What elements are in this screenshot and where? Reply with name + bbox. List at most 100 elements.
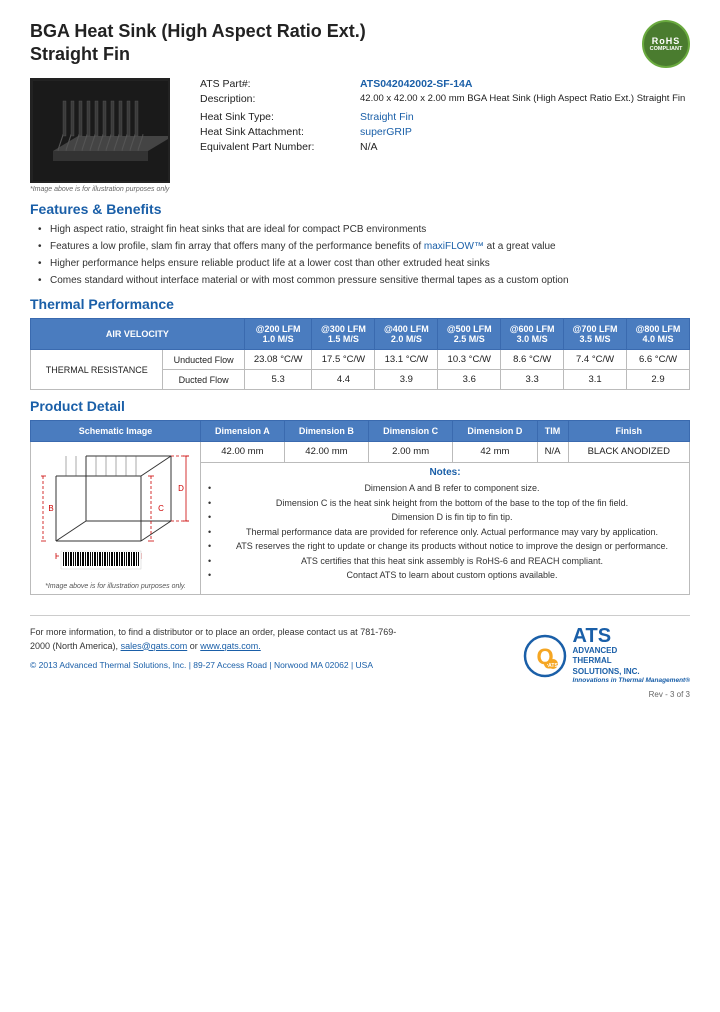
features-heading: Features & Benefits [30, 201, 690, 217]
ducted-300: 4.4 [312, 370, 375, 390]
col-800lfm: @800 LFM4.0 M/S [627, 319, 690, 350]
unducted-800: 6.6 °C/W [627, 350, 690, 370]
svg-text:ATS: ATS [548, 663, 558, 669]
product-image-box [30, 78, 170, 183]
col-dim-c: Dimension C [369, 421, 453, 442]
attachment-label: Heat Sink Attachment: [200, 126, 360, 138]
ats-q-logo: Q ATS [523, 634, 567, 678]
schematic-caption: *Image above is for illustration purpose… [34, 583, 197, 590]
unducted-500: 10.3 °C/W [438, 350, 501, 370]
air-velocity-header: AIR VELOCITY [31, 319, 245, 350]
ducted-label: Ducted Flow [163, 370, 244, 390]
col-600lfm: @600 LFM3.0 M/S [501, 319, 564, 350]
footer-divider: For more information, to find a distribu… [30, 615, 690, 699]
dim-c-value: 2.00 mm [369, 442, 453, 463]
page-number: Rev - 3 of 3 [30, 690, 690, 699]
ducted-800: 2.9 [627, 370, 690, 390]
svg-text:C: C [158, 504, 164, 513]
product-title: BGA Heat Sink (High Aspect Ratio Ext.) S… [30, 20, 366, 67]
col-schematic: Schematic Image [31, 421, 201, 442]
rohs-badge: RoHS COMPLIANT [642, 20, 690, 68]
ats-logo-area: Q ATS ATS ADVANCEDTHERMALSOLUTIONS, INC.… [523, 626, 690, 686]
col-300lfm: @300 LFM1.5 M/S [312, 319, 375, 350]
unducted-600: 8.6 °C/W [501, 350, 564, 370]
product-image-area: *Image above is for illustration purpose… [30, 78, 185, 193]
product-image-svg [33, 81, 168, 181]
header-area: BGA Heat Sink (High Aspect Ratio Ext.) S… [30, 20, 690, 68]
unducted-700: 7.4 °C/W [564, 350, 627, 370]
spec-row-desc: Description: 42.00 x 42.00 x 2.00 mm BGA… [200, 93, 690, 105]
footer-website-link[interactable]: www.qats.com. [200, 641, 261, 651]
note-item: Dimension C is the heat sink height from… [208, 497, 686, 510]
ducted-700: 3.1 [564, 370, 627, 390]
svg-text:B: B [48, 504, 53, 513]
unducted-200: 23.08 °C/W [244, 350, 312, 370]
thermal-resistance-label: THERMAL RESISTANCE [31, 350, 163, 390]
part-label: ATS Part#: [200, 78, 360, 90]
spec-row-part: ATS Part#: ATS042042002-SF-14A [200, 78, 690, 90]
spec-row-type: Heat Sink Type: Straight Fin [200, 111, 690, 123]
col-finish: Finish [568, 421, 689, 442]
page: BGA Heat Sink (High Aspect Ratio Ext.) S… [0, 0, 720, 1012]
rohs-sub: COMPLIANT [650, 46, 683, 53]
thermal-heading: Thermal Performance [30, 296, 690, 312]
spec-row-attachment: Heat Sink Attachment: superGRIP [200, 126, 690, 138]
spec-row-equivalent: Equivalent Part Number: N/A [200, 141, 690, 153]
features-list: High aspect ratio, straight fin heat sin… [30, 223, 690, 288]
unducted-label: Unducted Flow [163, 350, 244, 370]
col-700lfm: @700 LFM3.5 M/S [564, 319, 627, 350]
note-item: Dimension A and B refer to component siz… [208, 482, 686, 495]
dim-a-value: 42.00 mm [201, 442, 285, 463]
thermal-performance-table: AIR VELOCITY @200 LFM1.0 M/S @300 LFM1.5… [30, 318, 690, 390]
product-specs: ATS Part#: ATS042042002-SF-14A Descripti… [200, 78, 690, 193]
ducted-600: 3.3 [501, 370, 564, 390]
col-200lfm: @200 LFM1.0 M/S [244, 319, 312, 350]
ducted-500: 3.6 [438, 370, 501, 390]
footer-area: For more information, to find a distribu… [30, 626, 690, 686]
notes-list: Dimension A and B refer to component siz… [204, 482, 686, 582]
ducted-400: 3.9 [375, 370, 438, 390]
ats-full-text: ADVANCEDTHERMALSOLUTIONS, INC. [573, 646, 690, 677]
footer-copyright: © 2013 Advanced Thermal Solutions, Inc. … [30, 659, 410, 672]
col-dim-d: Dimension D [453, 421, 537, 442]
finish-value: BLACK ANODIZED [568, 442, 689, 463]
col-dim-b: Dimension B [284, 421, 368, 442]
footer-contact-text: For more information, to find a distribu… [30, 626, 410, 653]
dim-d-value: 42 mm [453, 442, 537, 463]
note-item: Dimension D is fin tip to fin tip. [208, 511, 686, 524]
schematic-image-cell: A B C [31, 442, 201, 595]
attachment-value: superGRIP [360, 126, 412, 138]
list-item: High aspect ratio, straight fin heat sin… [38, 223, 690, 237]
schematic-svg: A B C [41, 446, 191, 576]
col-dim-a: Dimension A [201, 421, 285, 442]
notes-heading: Notes: [204, 467, 686, 478]
col-tim: TIM [537, 421, 568, 442]
product-detail-table: Schematic Image Dimension A Dimension B … [30, 420, 690, 595]
equivalent-value: N/A [360, 141, 378, 153]
col-400lfm: @400 LFM2.0 M/S [375, 319, 438, 350]
unducted-400: 13.1 °C/W [375, 350, 438, 370]
col-500lfm: @500 LFM2.5 M/S [438, 319, 501, 350]
note-item: ATS reserves the right to update or chan… [208, 540, 686, 553]
ats-slogan: Innovations in Thermal Management® [573, 677, 690, 685]
table-row: A B C [31, 442, 690, 463]
footer-email-link[interactable]: sales@qats.com [121, 641, 188, 651]
product-detail-heading: Product Detail [30, 398, 690, 414]
ducted-200: 5.3 [244, 370, 312, 390]
list-item: Comes standard without interface materia… [38, 274, 690, 288]
unducted-300: 17.5 °C/W [312, 350, 375, 370]
page-title: BGA Heat Sink (High Aspect Ratio Ext.) S… [30, 20, 366, 67]
description-label: Description: [200, 93, 360, 105]
ats-text-block: ATS ADVANCEDTHERMALSOLUTIONS, INC. Innov… [573, 626, 690, 686]
equivalent-label: Equivalent Part Number: [200, 141, 360, 153]
product-info-section: *Image above is for illustration purpose… [30, 78, 690, 193]
table-row: THERMAL RESISTANCE Unducted Flow 23.08 °… [31, 350, 690, 370]
note-item: Thermal performance data are provided fo… [208, 526, 686, 539]
description-value: 42.00 x 42.00 x 2.00 mm BGA Heat Sink (H… [360, 93, 685, 105]
part-number: ATS042042002-SF-14A [360, 78, 472, 90]
note-item: Contact ATS to learn about custom option… [208, 569, 686, 582]
footer-contact: For more information, to find a distribu… [30, 626, 410, 672]
rohs-text: RoHS [652, 36, 681, 46]
dim-b-value: 42.00 mm [284, 442, 368, 463]
notes-cell: Notes: Dimension A and B refer to compon… [201, 462, 690, 594]
